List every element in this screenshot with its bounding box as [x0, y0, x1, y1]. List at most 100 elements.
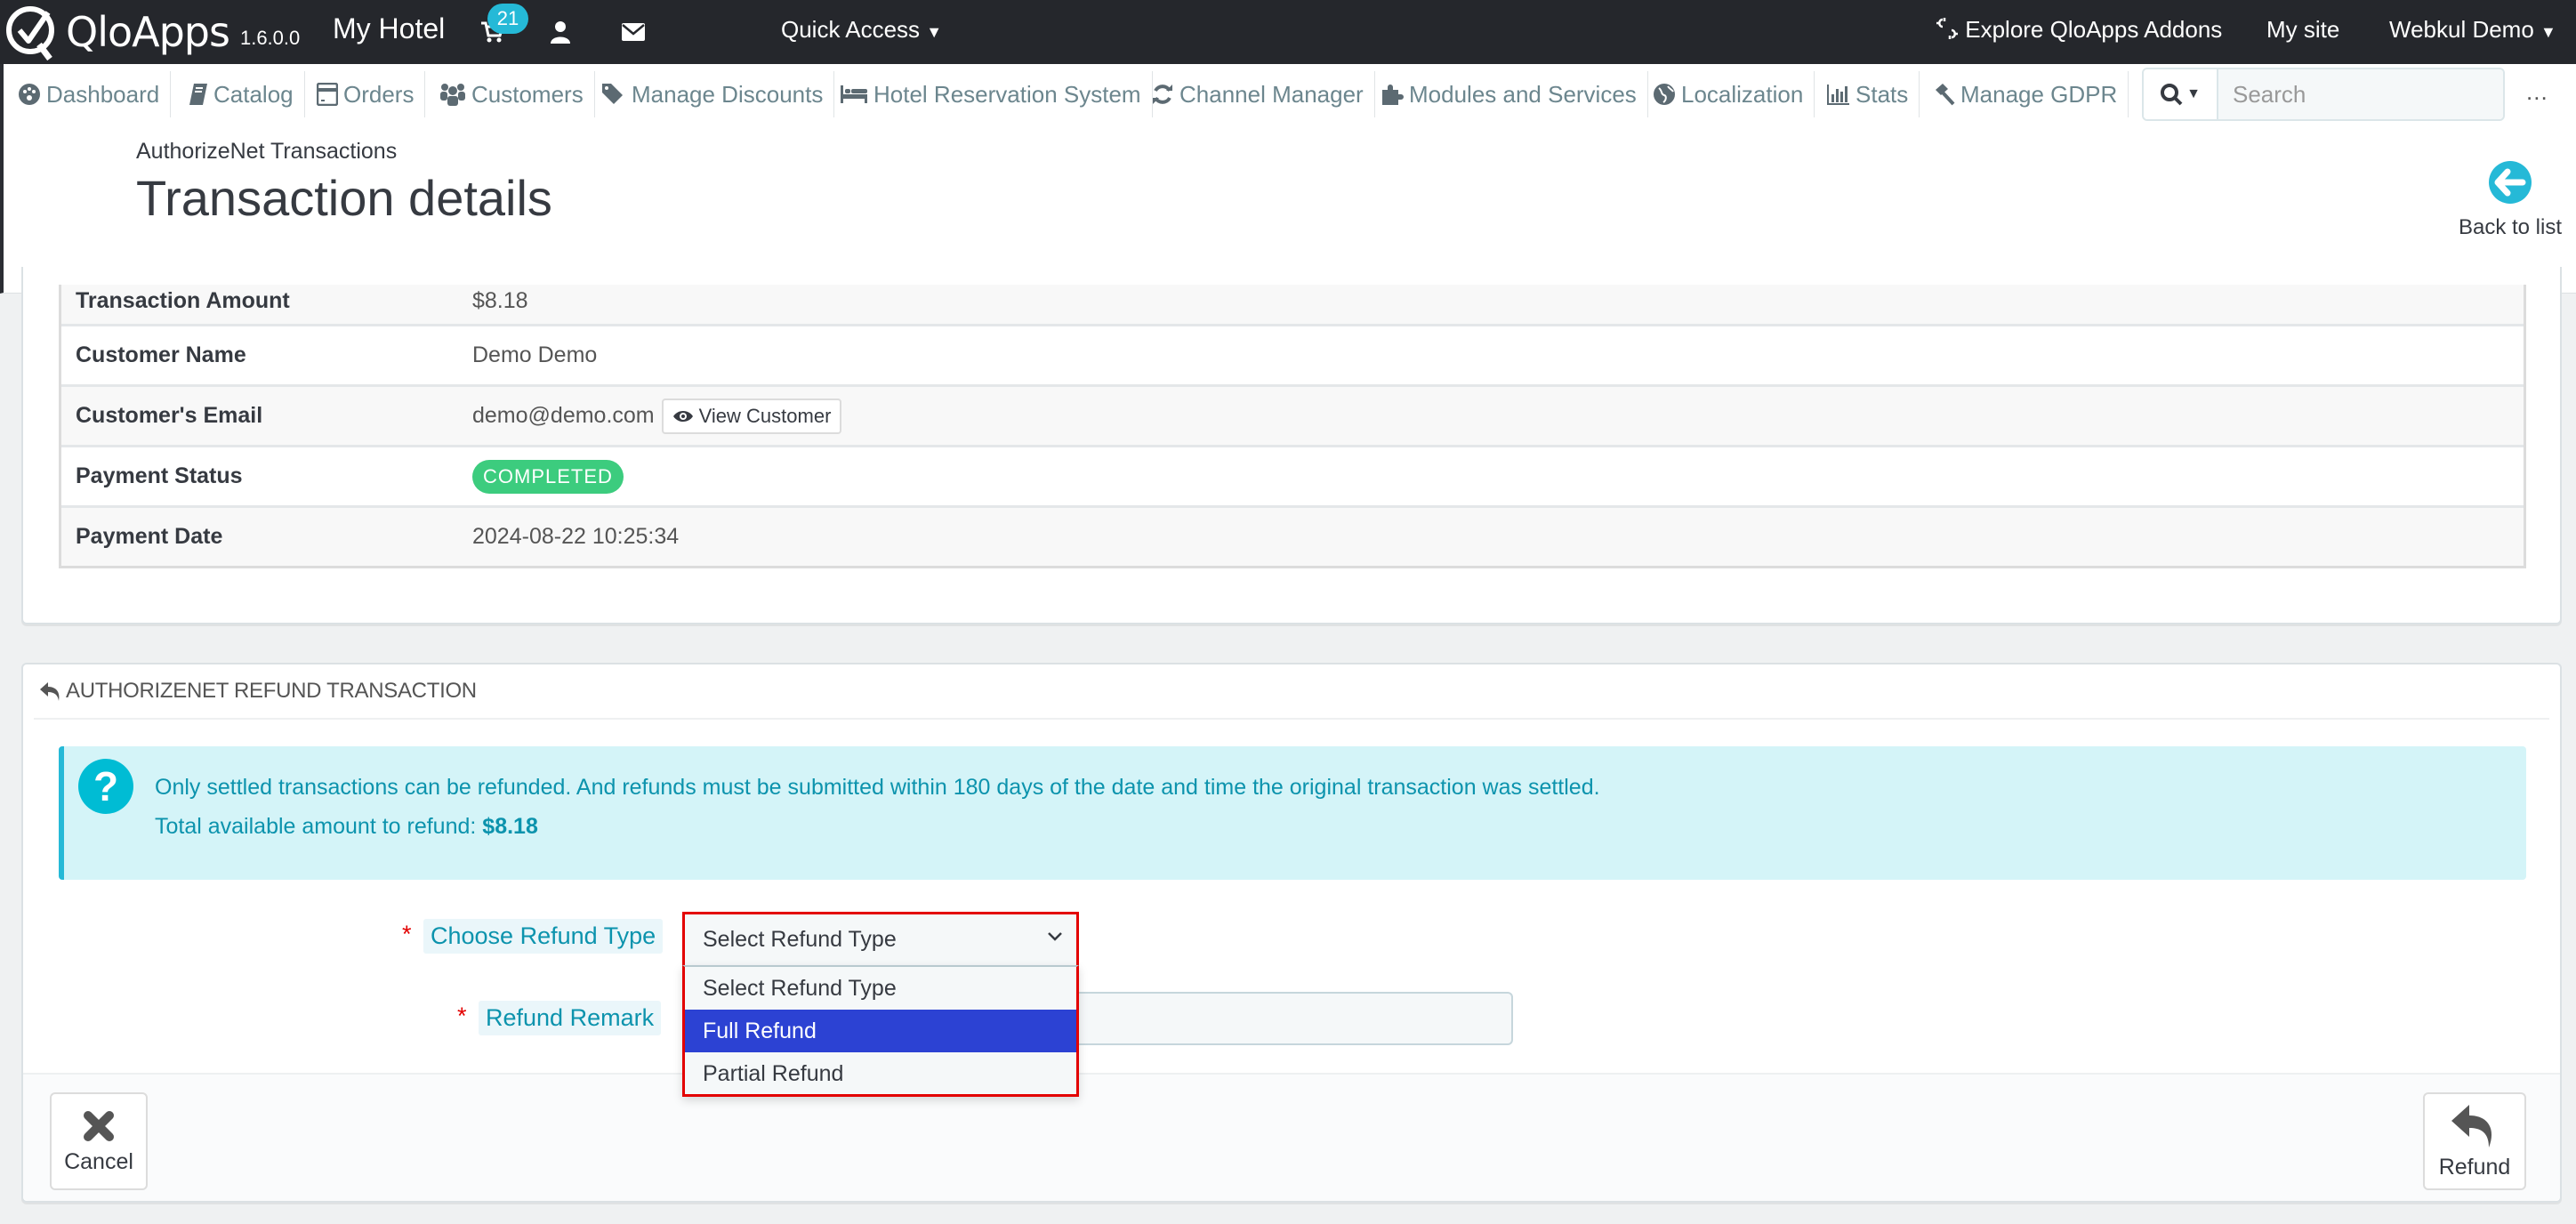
gavel-icon: [1936, 84, 1955, 106]
alert-line-2: Total available amount to refund: $8.18: [155, 807, 1600, 846]
status-badge: COMPLETED: [472, 459, 624, 494]
question-circle-icon: ?: [78, 759, 133, 814]
nav-label: Stats: [1856, 80, 1909, 108]
customer-email-cell: demo@demo.com View Customer: [472, 387, 2524, 445]
nav-item-orders[interactable]: Orders: [306, 71, 426, 117]
refund-panel: AuthorizeNet Refund Transaction ? Only s…: [21, 663, 2562, 1203]
nav-item-localization[interactable]: Localization: [1642, 71, 1815, 117]
table-row: Customer Name Demo Demo: [61, 324, 2524, 384]
dashboard-icon: [19, 84, 40, 105]
view-customer-button[interactable]: View Customer: [661, 398, 842, 434]
nav-label: Dashboard: [46, 80, 160, 108]
nav-item-customers[interactable]: Customers: [429, 71, 595, 117]
panel-title: AuthorizeNet Refund Transaction: [66, 679, 477, 703]
close-icon: [84, 1110, 114, 1141]
eye-icon: [672, 410, 693, 422]
row-label: Payment Date: [76, 524, 223, 549]
nav-item-manage-gdpr[interactable]: Manage GDPR: [1921, 71, 2129, 117]
search-icon: [2161, 84, 2183, 106]
chevron-down-icon: [1048, 932, 1062, 941]
back-to-list-button[interactable]: Back to list: [2448, 160, 2572, 240]
envelope-icon: [622, 23, 645, 41]
caret-down-icon: ▼: [2186, 86, 2201, 101]
nav-item-hotel-reservation-system[interactable]: Hotel Reservation System: [829, 71, 1153, 117]
refund-type-label: Choose Refund Type: [423, 919, 664, 954]
arrow-circle-left-icon: [2489, 161, 2532, 204]
users-icon: [440, 84, 465, 106]
cancel-button[interactable]: Cancel: [50, 1092, 148, 1190]
details-table: Transaction Amount $8.18 Customer Name D…: [59, 285, 2526, 568]
refund-type-select[interactable]: Select Refund Type: [682, 912, 1079, 965]
alert-amount-label: Total available amount to refund:: [155, 814, 483, 839]
payment-status-cell: COMPLETED: [472, 447, 2524, 505]
alert-line-1: Only settled transactions can be refunde…: [155, 775, 1600, 800]
customers-button[interactable]: [544, 16, 576, 48]
globe-icon: [1654, 84, 1675, 105]
nav-label: Catalog: [213, 80, 294, 108]
search-type-dropdown[interactable]: ▼: [2144, 69, 2218, 119]
explore-addons-link[interactable]: Explore QloApps Addons: [1936, 16, 2222, 44]
table-row: Payment Status COMPLETED: [61, 445, 2524, 505]
nav-item-channel-manager[interactable]: Channel Manager: [1140, 71, 1375, 117]
top-bar: QloApps 1.6.0.0 My Hotel 21 Quick Access…: [0, 0, 2576, 64]
option-full-refund[interactable]: Full Refund: [685, 1010, 1076, 1052]
cart-count-badge: 21: [487, 4, 528, 34]
explore-addons-label: Explore QloApps Addons: [1965, 16, 2223, 43]
refund-type-selected-value: Select Refund Type: [703, 927, 897, 952]
row-label: Payment Status: [76, 463, 243, 488]
book-icon: [189, 84, 207, 105]
caret-down-icon: ▼: [926, 23, 943, 41]
info-alert: ? Only settled transactions can be refun…: [59, 746, 2526, 880]
nav-label: Manage Discounts: [632, 80, 824, 108]
shop-name-link[interactable]: My Hotel: [333, 12, 445, 45]
alert-message: Only settled transactions can be refunde…: [155, 768, 1600, 846]
nav-label: Modules and Services: [1409, 80, 1637, 108]
bar-chart-icon: [1827, 85, 1849, 105]
refund-button[interactable]: Refund: [2423, 1092, 2526, 1190]
more-menu-button[interactable]: ...: [2526, 78, 2548, 106]
option-partial-refund[interactable]: Partial Refund: [685, 1052, 1076, 1095]
row-label: Transaction Amount: [76, 288, 290, 313]
my-site-link[interactable]: My site: [2266, 16, 2339, 44]
nav-label: Customers: [471, 80, 584, 108]
refund-label: Refund: [2438, 1154, 2511, 1180]
refund-remark-input[interactable]: [1079, 992, 1513, 1045]
search-input[interactable]: [2218, 69, 2503, 119]
payment-date-value: 2024-08-22 10:25:34: [472, 524, 680, 549]
option-select-refund-type[interactable]: Select Refund Type: [685, 967, 1076, 1010]
refresh-icon: [1153, 85, 1172, 104]
tags-icon: [602, 84, 623, 104]
user-icon: [551, 21, 570, 44]
transaction-details-panel: Transaction Amount $8.18 Customer Name D…: [21, 267, 2562, 624]
quick-access-dropdown[interactable]: Quick Access ▼: [781, 16, 942, 44]
nav-label: Hotel Reservation System: [873, 80, 1141, 108]
nav-item-manage-discounts[interactable]: Manage Discounts: [591, 71, 835, 117]
unlink-icon: [1936, 18, 1958, 39]
breadcrumb[interactable]: AuthorizeNet Transactions: [136, 139, 397, 165]
logo[interactable]: QloApps 1.6.0.0: [4, 4, 300, 60]
version-label: 1.6.0.0: [239, 27, 301, 49]
customer-name-value: Demo Demo: [472, 342, 598, 367]
user-menu-dropdown[interactable]: Webkul Demo ▼: [2389, 16, 2556, 44]
row-label: Customer's Email: [76, 403, 263, 428]
nav-label: Channel Manager: [1179, 80, 1364, 108]
nav-item-dashboard[interactable]: Dashboard: [7, 71, 172, 117]
nav-item-catalog[interactable]: Catalog: [178, 71, 305, 117]
caret-down-icon: ▼: [2540, 23, 2556, 41]
user-name: Webkul Demo: [2389, 16, 2534, 43]
bed-icon: [841, 85, 867, 103]
refund-type-options: Select Refund Type Full Refund Partial R…: [682, 965, 1079, 1097]
page-title: Transaction details: [136, 170, 552, 226]
logo-text: QloApps: [66, 8, 230, 56]
nav-item-stats[interactable]: Stats: [1816, 71, 1920, 117]
alert-amount-value: $8.18: [482, 814, 538, 839]
messages-button[interactable]: [617, 16, 649, 48]
view-customer-label: View Customer: [698, 404, 832, 427]
credit-card-icon: [317, 83, 338, 106]
required-asterisk: *: [402, 921, 412, 947]
nav-label: Orders: [343, 80, 415, 108]
table-row: Payment Date 2024-08-22 10:25:34: [61, 505, 2524, 566]
reply-icon: [2451, 1104, 2492, 1148]
table-row: Customer's Email demo@demo.com View Cust…: [61, 384, 2524, 445]
nav-item-modules-and-services[interactable]: Modules and Services: [1370, 71, 1648, 117]
